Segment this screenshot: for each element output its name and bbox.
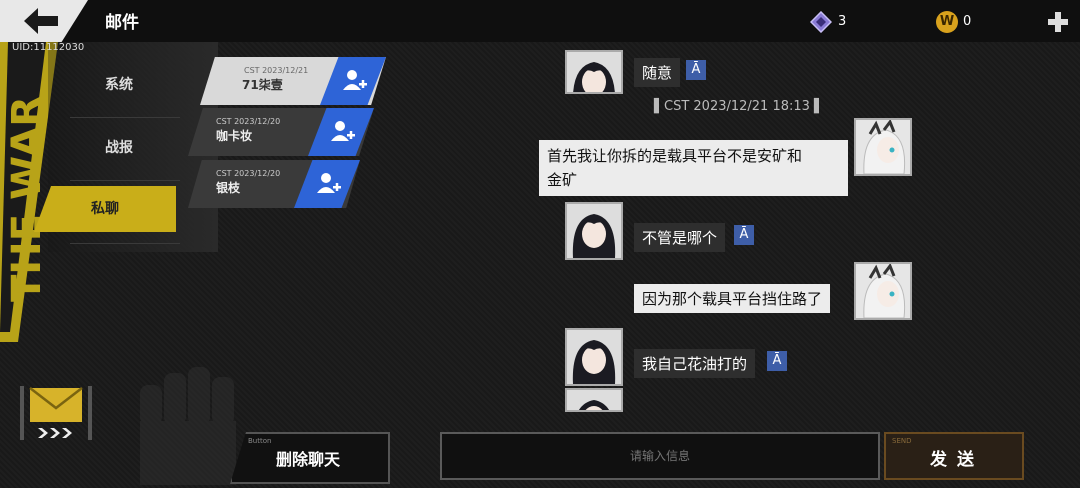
avatar[interactable]	[565, 388, 623, 412]
dark-haired-avatar-icon	[567, 390, 621, 410]
mail-item[interactable]: CST 2023/12/20 银枝	[188, 160, 360, 208]
mail-envelope-icon	[20, 386, 92, 440]
add-friend-icon	[317, 173, 341, 193]
white-haired-avatar-icon	[856, 264, 910, 318]
category-battle-report[interactable]: 战报	[60, 125, 178, 171]
chat-message: 不管是哪个	[634, 223, 726, 252]
avatar[interactable]	[854, 262, 912, 320]
chat-message: 因为那个载具平台挡住路了	[634, 284, 831, 313]
gold-coin-count: 0	[963, 14, 972, 29]
page-title: 邮件	[105, 13, 139, 33]
message-input[interactable]	[440, 432, 880, 480]
user-id: UID:11112030	[12, 42, 85, 53]
chat-message: 首先我让你拆的是载具平台不是安矿和 金矿	[539, 140, 848, 196]
divider	[70, 117, 180, 118]
top-bar	[0, 0, 1080, 42]
svg-text:THE WAR: THE WAR	[4, 96, 50, 302]
chat-message-line: 金矿	[547, 171, 578, 189]
mail-date: CST 2023/12/20	[216, 169, 281, 178]
divider	[70, 243, 180, 244]
mail-date: CST 2023/12/21	[244, 66, 309, 75]
delete-chat-label: 删除聊天	[276, 450, 341, 469]
white-haired-avatar-icon	[856, 120, 910, 174]
mail-item[interactable]: CST 2023/12/20 咖卡妆	[188, 108, 374, 156]
mail-date: CST 2023/12/20	[216, 117, 281, 126]
mail-sender: 71柒壹	[242, 78, 283, 92]
diamond-icon	[810, 11, 832, 33]
add-friend-icon	[343, 70, 367, 90]
translate-button[interactable]: Ā	[734, 225, 754, 245]
delete-chat-caption: Button	[248, 437, 272, 445]
dark-haired-avatar-icon	[567, 330, 621, 384]
add-currency-button[interactable]	[1046, 10, 1070, 34]
add-friend-icon	[331, 121, 355, 141]
category-system[interactable]: 系统	[60, 62, 178, 108]
gold-coin-icon: W	[936, 11, 958, 33]
send-caption: SEND	[892, 437, 912, 445]
back-arrow-icon	[24, 8, 58, 34]
divider	[70, 180, 180, 181]
chat-timestamp: ▌CST 2023/12/21 18:13 ▌	[654, 99, 825, 114]
avatar[interactable]	[854, 118, 912, 176]
translate-button[interactable]: Ā	[767, 351, 787, 371]
avatar[interactable]	[565, 202, 623, 260]
chat-message-line: 首先我让你拆的是载具平台不是安矿和	[547, 147, 803, 165]
category-private-chat[interactable]: 私聊	[34, 186, 176, 232]
avatar[interactable]	[565, 50, 623, 94]
dark-haired-avatar-icon	[567, 204, 621, 258]
mail-sender: 银枝	[216, 181, 241, 195]
dark-haired-avatar-icon	[567, 52, 621, 92]
translate-button[interactable]: Ā	[686, 60, 706, 80]
avatar[interactable]	[565, 328, 623, 386]
mail-sender: 咖卡妆	[216, 129, 253, 143]
send-label: 发送	[930, 450, 984, 470]
diamond-count: 3	[838, 14, 847, 29]
chat-message: 随意	[634, 58, 681, 87]
mail-item[interactable]: CST 2023/12/21 71柒壹	[200, 57, 386, 105]
chat-message: 我自己花油打的	[634, 349, 756, 378]
